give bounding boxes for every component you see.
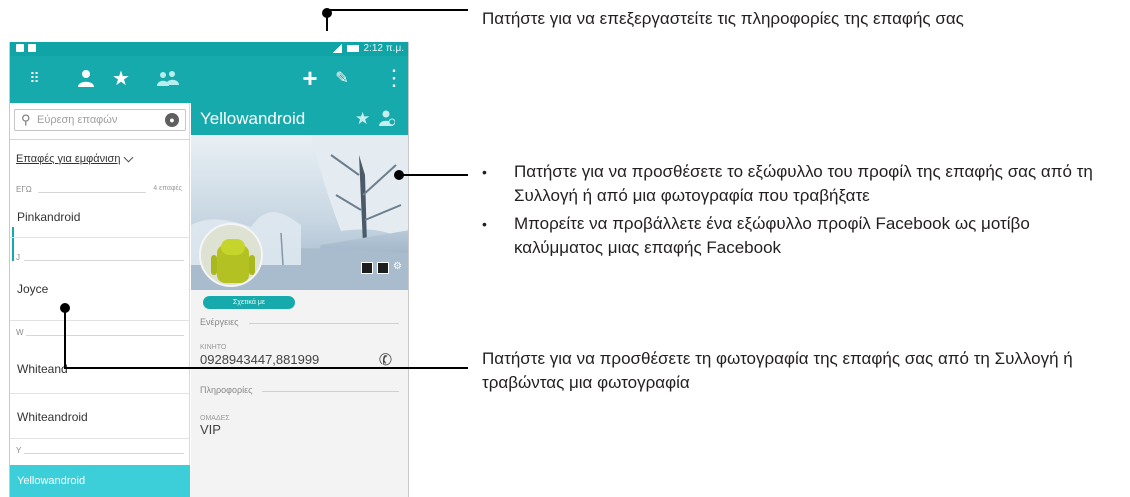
leader-line bbox=[64, 367, 468, 369]
more-icon[interactable]: ⋮ bbox=[382, 65, 406, 90]
contact-name: Whiteandroid bbox=[17, 410, 88, 424]
info-section-title: Πληροφορίες bbox=[200, 385, 253, 395]
list-item[interactable]: Whiteandroid bbox=[10, 397, 190, 437]
favorite-star-icon[interactable]: ★ bbox=[355, 109, 370, 129]
section-header-y: Y bbox=[16, 446, 186, 458]
plus-icon[interactable]: + bbox=[298, 63, 322, 93]
section-header-me: ΕΓΩ 4 επαφές bbox=[16, 185, 186, 197]
person-icon[interactable] bbox=[74, 66, 98, 90]
search-input[interactable] bbox=[37, 112, 157, 128]
leader-dot bbox=[394, 170, 404, 180]
section-label: Y bbox=[16, 446, 22, 455]
contact-name: Joyce bbox=[17, 282, 49, 296]
list-item[interactable]: Joyce bbox=[10, 268, 190, 310]
contact-name: Whiteand bbox=[17, 362, 68, 376]
leader-line bbox=[400, 174, 468, 176]
search-icon: ⚲ bbox=[21, 112, 31, 127]
status-bar: 2:12 π.μ. bbox=[10, 42, 408, 56]
contact-title: Yellowandroid bbox=[200, 109, 306, 128]
search-box[interactable]: ⚲ ● bbox=[14, 109, 186, 131]
contact-name: Yellowandroid bbox=[17, 475, 86, 487]
contacts-filter-label: Επαφές για εμφάνιση bbox=[16, 153, 121, 165]
star-icon[interactable]: ★ bbox=[109, 66, 133, 90]
battery-icon bbox=[346, 45, 359, 52]
contact-name: Pinkandroid bbox=[17, 210, 81, 224]
leader-dot bbox=[60, 303, 70, 313]
callout-bullet: Μπορείτε να προβάλλετε ένα εξώφυλλο προφ… bbox=[482, 212, 1122, 260]
phone-type-label: ΚΙΝΗΤΟ bbox=[200, 344, 227, 351]
actions-section-title: Ενέργειες bbox=[200, 317, 239, 327]
phone-screen: 2:12 π.μ. ⠿ ★ + ✎ ⋮ ⚲ ● Επαφές για εμφάν… bbox=[9, 42, 409, 497]
gallery-icon[interactable] bbox=[361, 262, 373, 274]
camera-icon[interactable]: ⚙ bbox=[393, 261, 407, 273]
link-contact-icon[interactable] bbox=[379, 110, 396, 129]
section-label: W bbox=[16, 328, 24, 337]
dialpad-icon[interactable]: ⠿ bbox=[22, 66, 46, 90]
phone-number[interactable]: 0928943447,881999 bbox=[200, 352, 319, 367]
contact-detail-panel: Yellowandroid ★ ⚙ Σχετικά με Ενέργειες Κ… bbox=[191, 103, 408, 497]
list-item-selected[interactable]: Yellowandroid bbox=[10, 465, 190, 497]
divider bbox=[10, 139, 190, 140]
callout-contact-photo: Πατήστε για να προσθέσετε τη φωτογραφία … bbox=[482, 349, 1073, 392]
detail-header: Yellowandroid ★ bbox=[191, 103, 408, 135]
callout-edit-info: Πατήστε για να επεξεργαστείτε τις πληροφ… bbox=[482, 9, 964, 28]
notification-icon bbox=[16, 44, 24, 52]
about-button[interactable]: Σχετικά με bbox=[203, 296, 295, 309]
list-item[interactable]: Pinkandroid bbox=[10, 197, 190, 237]
leader-line bbox=[326, 9, 468, 11]
leader-dot bbox=[322, 8, 332, 18]
section-label: J bbox=[16, 253, 20, 262]
callout-bullet: Πατήστε για να προσθέσετε το εξώφυλλο το… bbox=[482, 160, 1122, 208]
mic-icon[interactable]: ● bbox=[165, 113, 179, 127]
section-header-j: J bbox=[16, 253, 186, 265]
action-bar: ⠿ ★ + ✎ ⋮ bbox=[10, 56, 408, 103]
cover-photo[interactable]: ⚙ bbox=[191, 135, 408, 290]
contact-avatar[interactable] bbox=[199, 223, 263, 287]
gallery-icon[interactable] bbox=[377, 262, 389, 274]
chevron-down-icon bbox=[124, 152, 134, 163]
groups-label: ΟΜΑΔΕΣ bbox=[200, 415, 230, 422]
signal-icon bbox=[331, 44, 342, 53]
groups-value: VIP bbox=[200, 422, 221, 437]
section-label: ΕΓΩ bbox=[16, 185, 32, 194]
edit-icon[interactable]: ✎ bbox=[330, 66, 354, 90]
notification-icon bbox=[28, 44, 36, 52]
group-icon[interactable] bbox=[156, 66, 180, 90]
contact-count: 4 επαφές bbox=[153, 185, 182, 192]
callout-cover-photo: Πατήστε για να προσθέσετε το εξώφυλλο το… bbox=[482, 160, 1122, 260]
section-header-w: W bbox=[16, 328, 186, 340]
status-time: 2:12 π.μ. bbox=[363, 43, 404, 54]
contact-list-panel: ⚲ ● Επαφές για εμφάνιση ΕΓΩ 4 επαφές Pin… bbox=[10, 103, 190, 497]
contacts-filter-dropdown[interactable]: Επαφές για εμφάνιση bbox=[16, 152, 134, 165]
list-item[interactable]: Whiteand bbox=[10, 349, 190, 389]
leader-line bbox=[64, 308, 66, 368]
